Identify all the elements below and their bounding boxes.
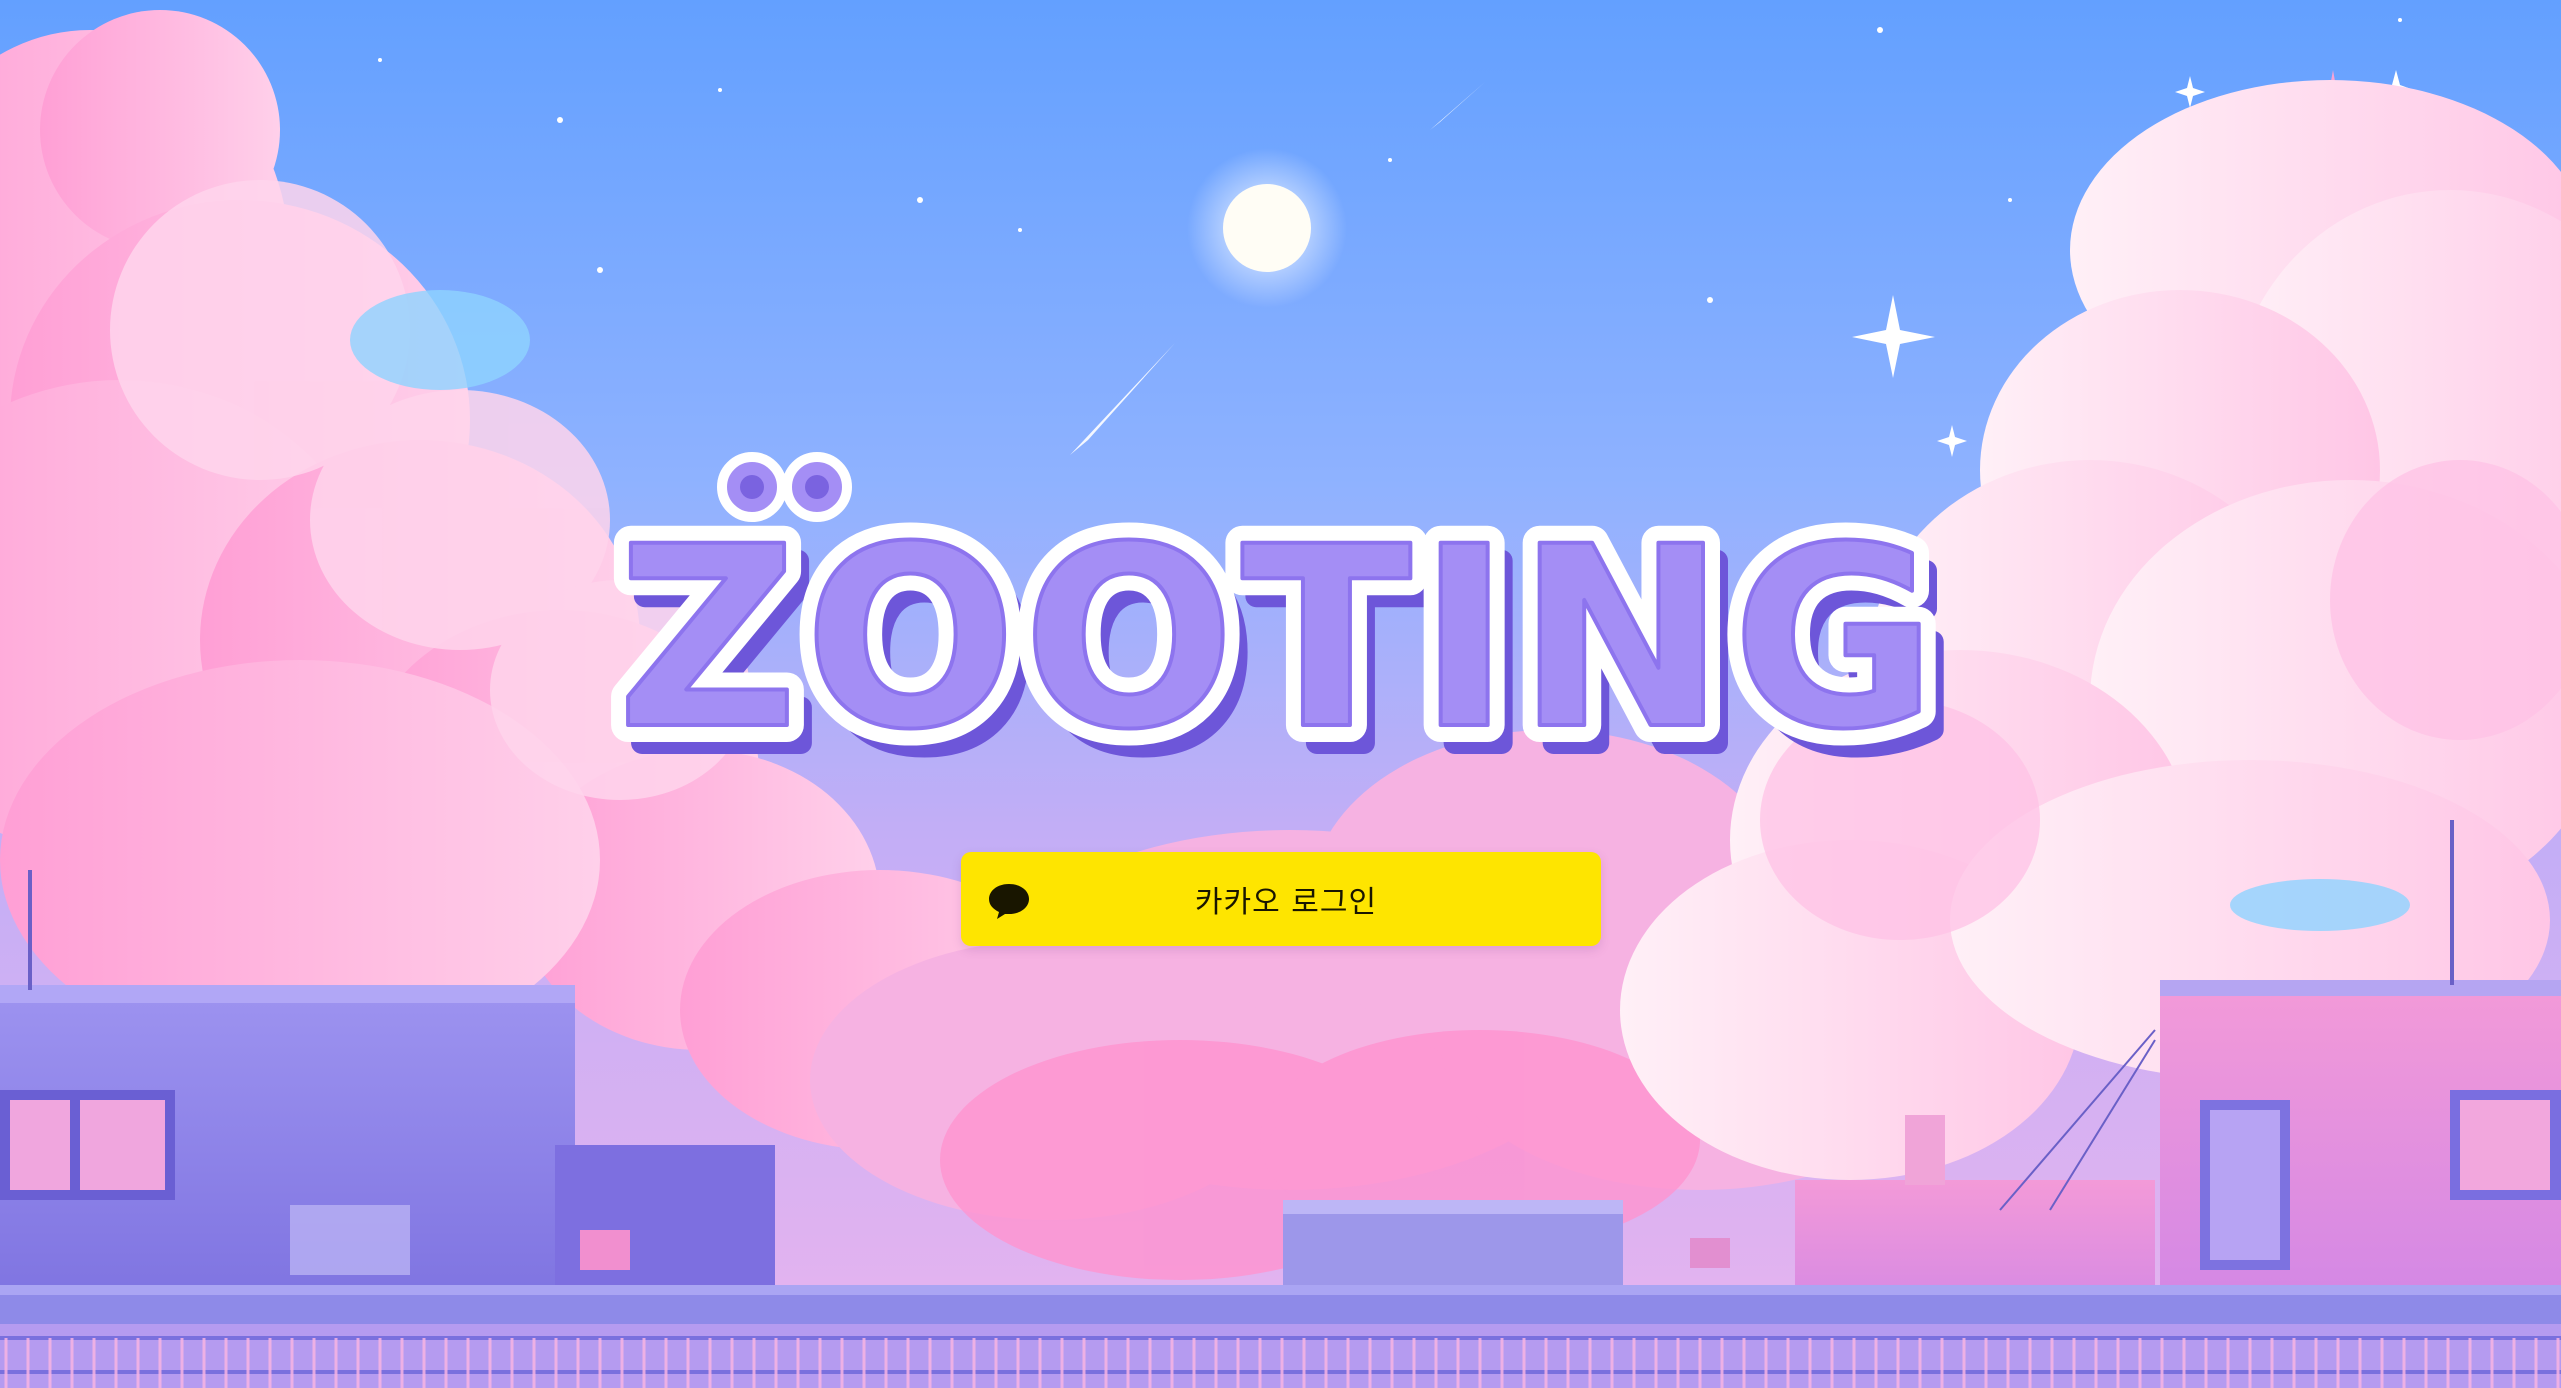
kakao-login-label: 카카오 로그인	[1194, 885, 1378, 920]
zooting-logo: ZOOTING ZOOTING ZOOTING	[600, 452, 1962, 813]
kakao-login-button[interactable]: 카카오 로그인	[961, 852, 1601, 946]
speech-bubble-icon	[989, 884, 1029, 919]
logo-title: ZOOTING	[617, 493, 1943, 784]
